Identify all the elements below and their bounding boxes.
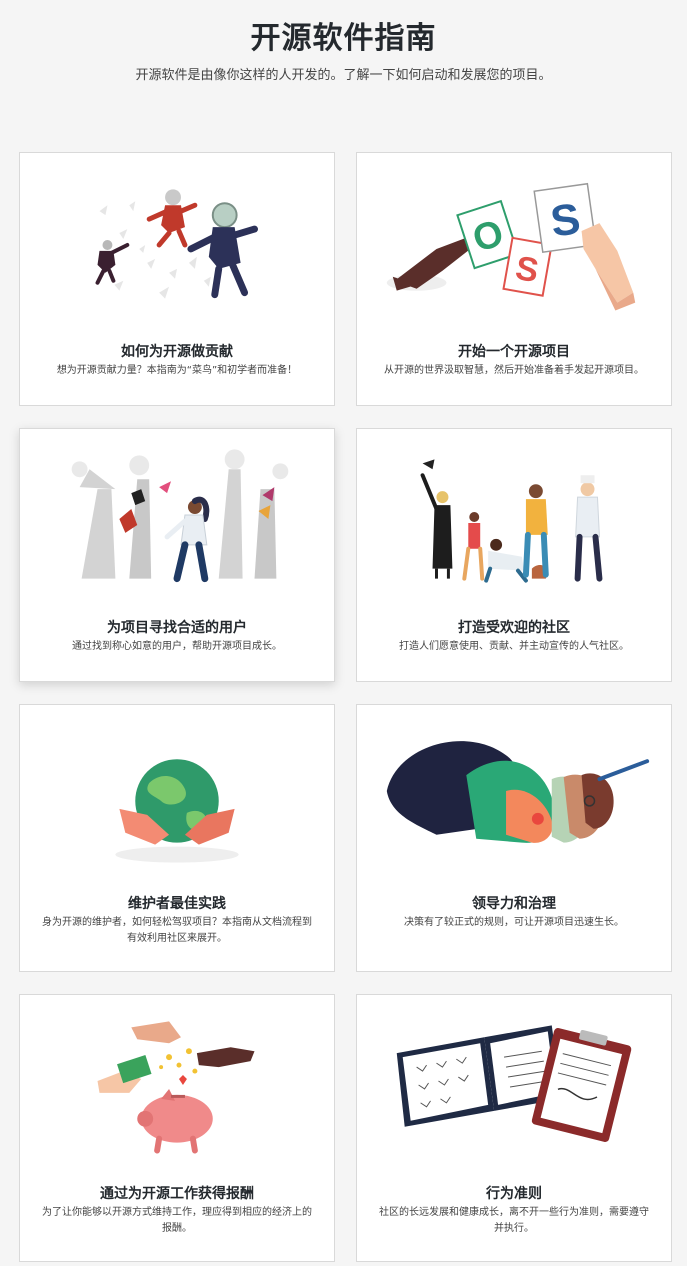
guide-card-start-project[interactable]: O S S 开始一个开源项目 从开源的世界汲取智慧，然后开始准备着手发起开源项目…	[356, 152, 672, 406]
faces-profile-icon	[357, 705, 671, 880]
card-description: 想为开源贡献力量？本指南为“菜鸟”和初学者而准备！	[56, 365, 298, 376]
card-title: 通过为开源工作获得报酬	[100, 1186, 254, 1202]
guide-card-how-to-contribute[interactable]: 如何为开源做贡献 想为开源贡献力量？本指南为“菜鸟”和初学者而准备！	[19, 152, 335, 406]
card-title: 开始一个开源项目	[458, 344, 570, 360]
forest-explorer-icon	[20, 429, 334, 604]
page-header: 开源软件指南 开源软件是由像你这样的人开发的。了解一下如何启动和发展您的项目。	[0, 0, 687, 152]
guide-card-code-of-conduct[interactable]: 行为准则 社区的长远发展和健康成长，离不开一些行为准则，需要遵守并执行。	[356, 994, 672, 1262]
card-description: 通过找到称心如意的用户，帮助开源项目成长。	[72, 641, 282, 652]
card-description: 决策有了较正式的规则，可让开源项目迅速生长。	[404, 917, 624, 928]
guide-card-grid: 如何为开源做贡献 想为开源贡献力量？本指南为“菜鸟”和初学者而准备！ O S S…	[19, 152, 672, 1262]
page-title: 开源软件指南	[250, 21, 437, 56]
card-title: 打造受欢迎的社区	[458, 620, 570, 636]
guide-card-building-community[interactable]: 打造受欢迎的社区 打造人们愿意使用、贡献、并主动宣传的人气社区。	[356, 428, 672, 682]
card-description: 身为开源的维护者，如何轻松驾驭项目？本指南从文档流程到有效利用社区来展开。	[42, 917, 312, 944]
card-description: 打造人们愿意使用、贡献、并主动宣传的人气社区。	[399, 641, 629, 652]
card-title: 领导力和治理	[472, 896, 556, 912]
card-title: 如何为开源做贡献	[121, 344, 233, 360]
guide-card-finding-users[interactable]: 为项目寻找合适的用户 通过找到称心如意的用户，帮助开源项目成长。	[19, 428, 335, 682]
community-people-icon	[357, 429, 671, 604]
card-title: 为项目寻找合适的用户	[107, 620, 247, 636]
card-description: 社区的长远发展和健康成长，离不开一些行为准则，需要遵守并执行。	[379, 1207, 649, 1234]
card-title: 维护者最佳实践	[128, 896, 226, 912]
guide-card-maintainers[interactable]: 维护者最佳实践 身为开源的维护者，如何轻松驾驭项目？本指南从文档流程到有效利用社…	[19, 704, 335, 972]
oss-cards-icon: O S S	[357, 153, 671, 328]
piggy-bank-icon	[20, 995, 334, 1170]
guide-card-getting-paid[interactable]: 通过为开源工作获得报酬 为了让你能够以开源方式维持工作，理应得到相应的经济上的报…	[19, 994, 335, 1262]
card-description: 为了让你能够以开源方式维持工作，理应得到相应的经济上的报酬。	[42, 1207, 312, 1234]
guide-card-leadership[interactable]: 领导力和治理 决策有了较正式的规则，可让开源项目迅速生长。	[356, 704, 672, 972]
playbook-clipboard-icon	[357, 995, 671, 1170]
page-subtitle: 开源软件是由像你这样的人开发的。了解一下如何启动和发展您的项目。	[135, 68, 552, 83]
globe-hands-icon	[20, 705, 334, 880]
card-description: 从开源的世界汲取智慧，然后开始准备着手发起开源项目。	[384, 365, 644, 376]
astronauts-icon	[20, 153, 334, 328]
card-title: 行为准则	[486, 1186, 542, 1202]
